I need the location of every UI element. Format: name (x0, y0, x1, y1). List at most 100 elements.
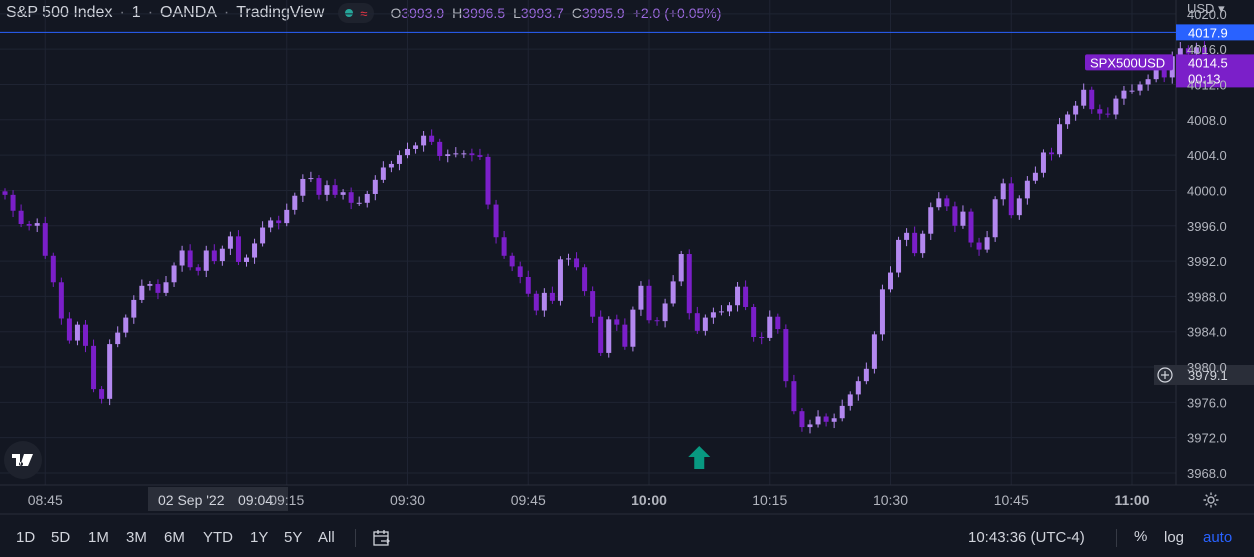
candle (2, 188, 8, 200)
price-tick-label: 4000.0 (1187, 183, 1227, 198)
price-tick-label: 4016.0 (1187, 42, 1227, 57)
gear-icon[interactable] (1202, 491, 1220, 509)
candle-body (235, 236, 241, 262)
candle-body (896, 239, 902, 273)
timeframe-all[interactable]: All (318, 529, 335, 546)
candle-body (485, 156, 491, 205)
candle-body (590, 291, 596, 317)
candle (871, 331, 877, 374)
candle-body (557, 259, 563, 301)
candle (614, 314, 620, 331)
candle (1137, 81, 1143, 96)
candle (574, 252, 580, 271)
candle-body (99, 389, 105, 399)
candle (252, 238, 258, 264)
candle (992, 196, 998, 242)
time-tick-label: 09:30 (390, 492, 425, 508)
candle-body (244, 257, 249, 262)
candle (83, 319, 88, 353)
candle (147, 280, 153, 291)
candle (388, 160, 394, 173)
candle (493, 199, 499, 244)
price-tick-label: 4020.0 (1187, 7, 1227, 22)
candle-body (252, 243, 258, 258)
candle (598, 310, 604, 357)
candle (364, 190, 370, 208)
candle-body (582, 267, 588, 292)
candle (509, 252, 515, 272)
candle-body (727, 305, 732, 312)
candle (783, 324, 789, 388)
candle (751, 303, 757, 342)
time-tick-label: 10:30 (873, 492, 908, 508)
candle (662, 298, 668, 328)
up-arrow-icon[interactable] (688, 446, 711, 469)
candle-body (83, 324, 88, 346)
candle-body (847, 394, 853, 406)
candle-body (107, 344, 113, 399)
candle-body (364, 193, 370, 203)
candle (743, 280, 749, 311)
timeframe-ytd[interactable]: YTD (203, 529, 233, 546)
price-tick-label: 3968.0 (1187, 466, 1227, 481)
timeframe-1d[interactable]: 1D (16, 529, 35, 546)
price-tick-label: 3992.0 (1187, 254, 1227, 269)
timeframe-3m[interactable]: 3M (126, 529, 147, 546)
clock-timezone[interactable]: 10:43:36 (UTC-4) (968, 529, 1085, 546)
candle-body (477, 155, 483, 157)
time-tick-label: 09:45 (511, 492, 546, 508)
candle (227, 231, 233, 255)
price-axis[interactable]: 4020.0 4016.0 4012.0 4008.0 4004.0 4000.0 3996… (1187, 7, 1227, 481)
candle-body (155, 284, 161, 293)
candle-body (147, 284, 153, 286)
timeframe-1y[interactable]: 1Y (250, 529, 268, 546)
timeframe-5d[interactable]: 5D (51, 529, 70, 546)
candle (139, 279, 145, 304)
auto-scale-button[interactable]: auto (1203, 529, 1232, 546)
candle (879, 284, 885, 341)
candle-body (276, 220, 282, 224)
candle-body (405, 148, 410, 156)
candle-body (1137, 84, 1143, 91)
calendar-range-icon[interactable] (372, 528, 392, 548)
price-tick-label: 3984.0 (1187, 325, 1227, 340)
candle-body (775, 316, 781, 330)
candle (847, 391, 853, 411)
candle-body (638, 285, 644, 310)
candle (163, 276, 169, 296)
candle-body (348, 192, 354, 203)
timeframe-6m[interactable]: 6M (164, 529, 185, 546)
candle (244, 254, 249, 267)
candle-body (66, 318, 72, 341)
candle (630, 306, 636, 352)
candle-body (453, 153, 459, 155)
log-scale-button[interactable]: log (1164, 529, 1184, 546)
candle (904, 228, 910, 247)
price-tick-label: 3972.0 (1187, 431, 1227, 446)
candle (807, 419, 813, 434)
candle (968, 208, 974, 248)
candle-body (50, 255, 56, 283)
candle-body (324, 185, 330, 195)
candle-body (549, 292, 555, 301)
candle (1057, 117, 1063, 158)
candle-body (268, 220, 274, 228)
tradingview-logo[interactable] (4, 441, 42, 479)
candle (99, 386, 105, 404)
candle-body (332, 185, 338, 195)
candle (50, 252, 56, 287)
candle (413, 142, 419, 154)
timeframe-1m[interactable]: 1M (88, 529, 109, 546)
candle-body (413, 145, 419, 149)
candle-body (879, 289, 885, 335)
candle-body (1040, 152, 1046, 173)
candle (469, 148, 475, 162)
candle (34, 218, 40, 233)
candle (324, 180, 330, 202)
percent-scale-button[interactable]: % (1134, 528, 1147, 545)
timeframe-5y[interactable]: 5Y (284, 529, 302, 546)
candle (541, 288, 547, 317)
last-price-label: 4014.5 (1188, 55, 1228, 70)
candlestick-chart[interactable]: 4017.9SPX500USD 4014.500:133979.102 Sep '… (0, 0, 1254, 521)
candle (74, 321, 80, 346)
